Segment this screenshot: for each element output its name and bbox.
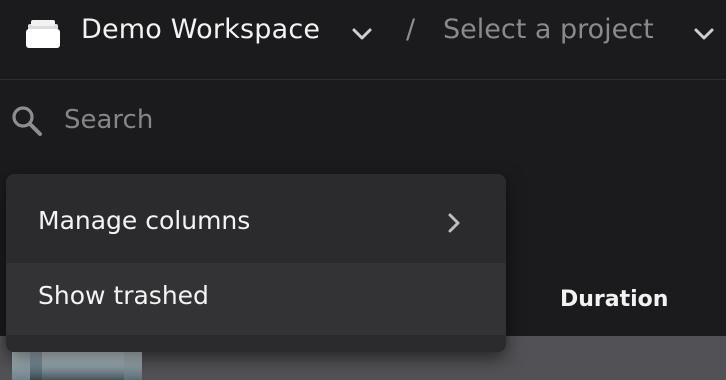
search-icon — [12, 106, 42, 136]
menu-item-label: Manage columns — [38, 206, 251, 235]
project-selector[interactable]: Select a project — [443, 14, 654, 45]
menu-item-show-trashed[interactable]: Show trashed — [6, 263, 506, 335]
menu-item-label: Show trashed — [38, 281, 209, 310]
chevron-down-icon[interactable] — [350, 25, 374, 43]
thumbnail-frame — [42, 352, 124, 380]
video-thumbnail[interactable] — [12, 352, 142, 380]
search-bar — [0, 81, 726, 161]
search-input[interactable] — [64, 98, 684, 142]
chevron-right-icon — [448, 213, 460, 233]
chevron-down-icon[interactable] — [692, 25, 716, 43]
workspace-icon — [26, 20, 60, 48]
thumbnail-frame — [12, 352, 30, 380]
breadcrumb-separator: / — [406, 14, 416, 45]
top-bar: Demo Workspace / Select a project — [0, 0, 726, 80]
column-header-duration[interactable]: Duration — [560, 287, 668, 312]
workspace-name[interactable]: Demo Workspace — [81, 14, 320, 45]
context-menu: Manage columns Show trashed — [6, 174, 506, 352]
thumbnail-frame — [124, 352, 142, 380]
menu-item-manage-columns[interactable]: Manage columns — [6, 188, 506, 260]
